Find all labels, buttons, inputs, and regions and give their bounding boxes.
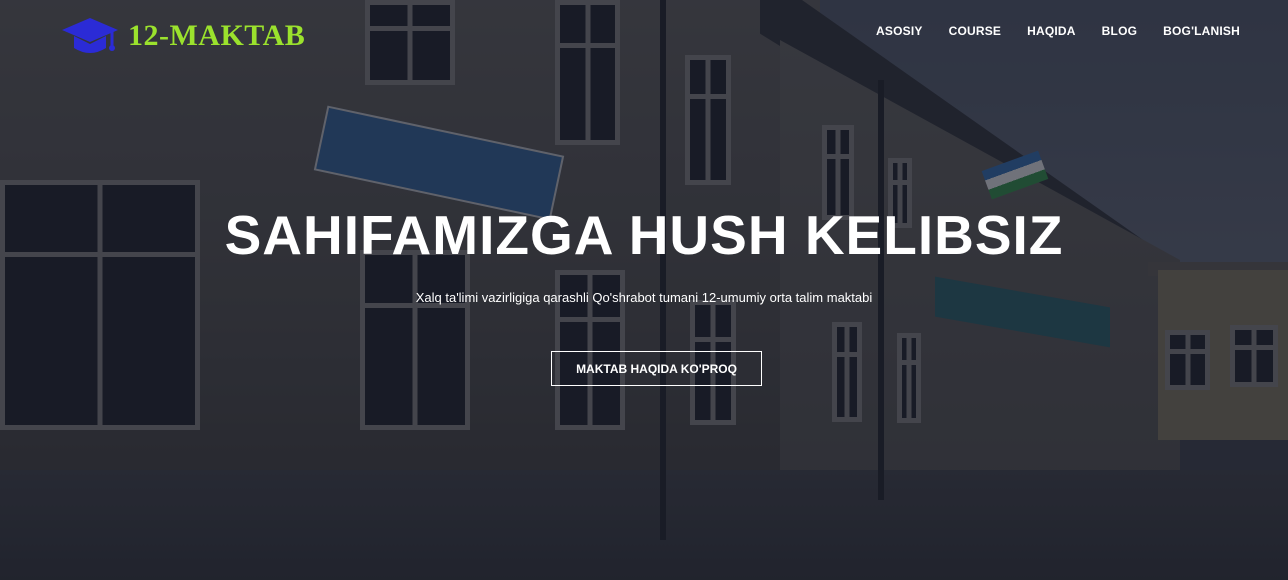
learn-more-button[interactable]: MAKTAB HAQIDA KO'PROQ	[551, 351, 762, 386]
hero-title: SAHIFAMIZGA HUSH KELIBSIZ	[224, 204, 1064, 266]
hero-section: 12-MAKTAB ASOSIY COURSE HAQIDA BLOG BOG'…	[0, 0, 1288, 580]
hero-subtitle: Xalq ta'limi vazirligiga qarashli Qo'shr…	[415, 290, 873, 305]
hero-content: SAHIFAMIZGA HUSH KELIBSIZ Xalq ta'limi v…	[0, 0, 1288, 580]
